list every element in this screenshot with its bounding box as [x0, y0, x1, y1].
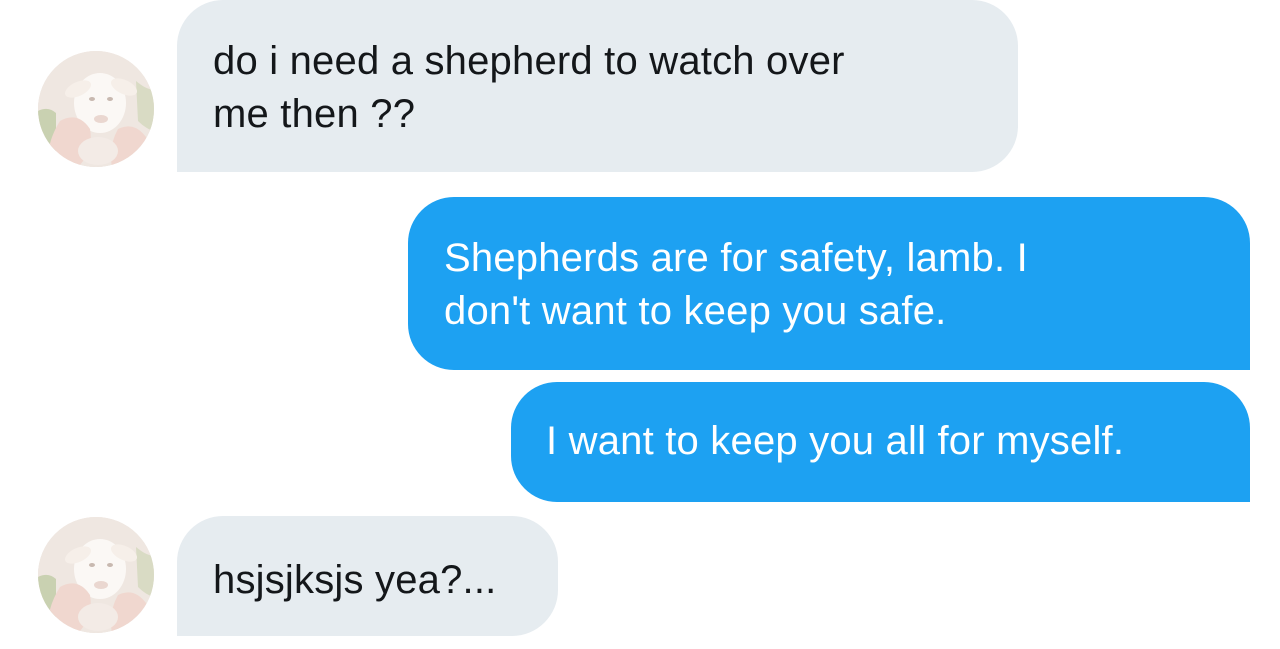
received-message[interactable]: hsjsjksjs yea?...	[177, 516, 558, 636]
lamb-avatar-icon	[38, 51, 154, 167]
message-text-line: do i need a shepherd to watch over	[213, 39, 845, 83]
contact-avatar[interactable]	[38, 517, 154, 633]
message-text-line: don't want to keep you safe.	[444, 289, 947, 333]
sent-message[interactable]: I want to keep you all for myself.	[511, 382, 1250, 502]
message-text-line: me then ??	[213, 92, 416, 136]
received-message[interactable]: do i need a shepherd to watch over me th…	[177, 0, 1018, 172]
message-thread: do i need a shepherd to watch over me th…	[0, 0, 1280, 649]
message-text-line: I want to keep you all for myself.	[546, 419, 1125, 463]
lamb-avatar-icon	[38, 517, 154, 633]
contact-avatar[interactable]	[38, 51, 154, 167]
message-text-line: hsjsjksjs yea?...	[213, 558, 497, 602]
message-text-line: Shepherds are for safety, lamb. I	[444, 236, 1028, 280]
sent-message[interactable]: Shepherds are for safety, lamb. I don't …	[408, 197, 1250, 370]
